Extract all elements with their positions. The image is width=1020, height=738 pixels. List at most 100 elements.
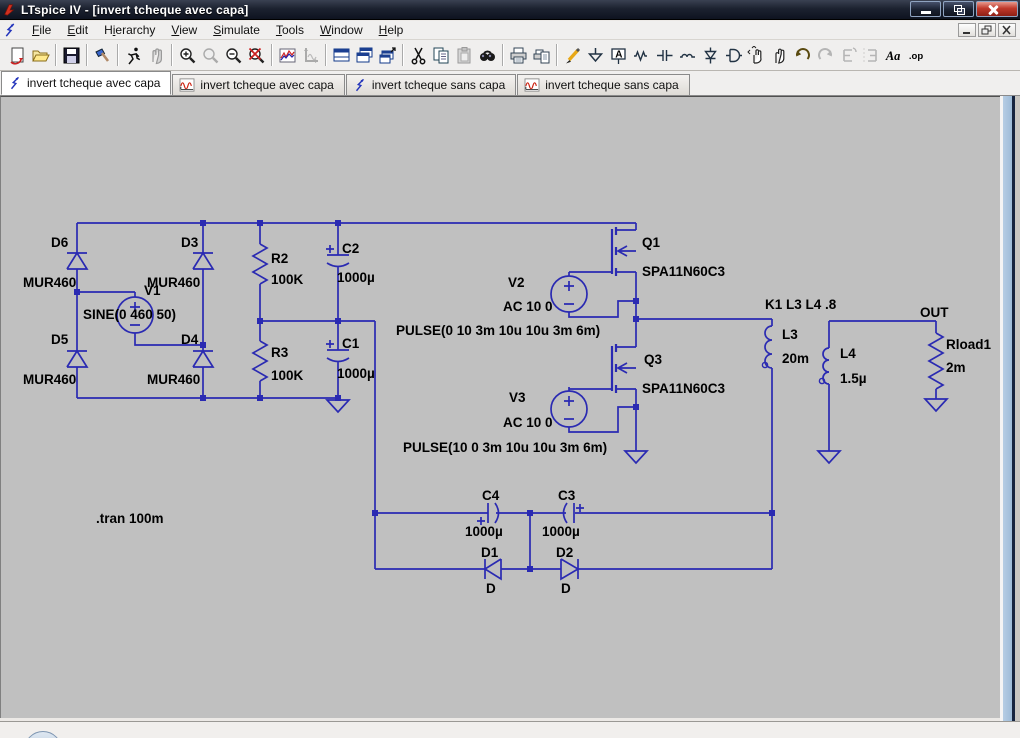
label-v3-ac[interactable]: AC 10 0 xyxy=(503,415,553,430)
autorange-y-button[interactable] xyxy=(299,43,322,68)
label-v1-value[interactable]: SINE(0 460 50) xyxy=(83,307,176,322)
label-v2-pulse[interactable]: PULSE(0 10 3m 10u 10u 3m 6m) xyxy=(396,323,600,338)
tab-waveform-avec-capa[interactable]: invert tcheque avec capa xyxy=(172,74,345,95)
source-V3[interactable] xyxy=(550,390,588,428)
label-out-net[interactable]: OUT xyxy=(920,305,949,320)
halt-button[interactable] xyxy=(145,43,168,68)
label-k1[interactable]: K1 L3 L4 .8 xyxy=(765,297,837,312)
label-q1-model[interactable]: SPA11N60C3 xyxy=(642,264,726,279)
paste-button[interactable] xyxy=(453,43,476,68)
diode-D2[interactable] xyxy=(560,558,580,581)
place-diode-button[interactable] xyxy=(699,43,722,68)
menu-edit[interactable]: Edit xyxy=(59,21,96,39)
menu-file[interactable]: File xyxy=(24,21,59,39)
control-panel-button[interactable] xyxy=(91,43,114,68)
label-v3[interactable]: V3 xyxy=(509,390,526,405)
label-v1[interactable]: V1 xyxy=(144,283,161,298)
label-c4[interactable]: C4 xyxy=(482,488,500,503)
label-v2[interactable]: V2 xyxy=(508,275,525,290)
plot-settings-button[interactable] xyxy=(276,43,299,68)
label-d2[interactable]: D2 xyxy=(556,545,573,560)
mdi-close-button[interactable] xyxy=(998,23,1016,37)
diode-D6[interactable] xyxy=(66,251,89,270)
source-V2[interactable] xyxy=(550,275,588,313)
print-preview-button[interactable] xyxy=(530,43,553,68)
label-d5-model[interactable]: MUR460 xyxy=(23,372,76,387)
label-l4-value[interactable]: 1.5µ xyxy=(840,371,867,386)
cut-button[interactable] xyxy=(407,43,430,68)
diode-D4[interactable] xyxy=(192,349,215,368)
place-resistor-button[interactable] xyxy=(630,43,653,68)
copy-button[interactable] xyxy=(430,43,453,68)
ground-icon[interactable] xyxy=(325,399,351,414)
find-button[interactable] xyxy=(476,43,499,68)
label-c3[interactable]: C3 xyxy=(558,488,576,503)
label-v2-ac[interactable]: AC 10 0 xyxy=(503,299,553,314)
spice-directive-button[interactable]: .op xyxy=(906,43,929,68)
diode-D3[interactable] xyxy=(192,251,215,270)
label-c1[interactable]: C1 xyxy=(342,336,360,351)
new-schematic-button[interactable] xyxy=(6,43,29,68)
mdi-restore-button[interactable] xyxy=(978,23,996,37)
close-button[interactable] xyxy=(976,1,1018,17)
label-c2[interactable]: C2 xyxy=(342,241,359,256)
label-net-button[interactable]: A xyxy=(607,43,630,68)
label-d4-model[interactable]: MUR460 xyxy=(147,372,200,387)
capacitor-C4[interactable] xyxy=(477,502,500,525)
label-rload1[interactable]: Rload1 xyxy=(946,337,992,352)
start-orb-icon[interactable] xyxy=(24,731,62,738)
label-d3[interactable]: D3 xyxy=(181,235,199,250)
zoom-in-button[interactable] xyxy=(176,43,199,68)
menu-window[interactable]: Window xyxy=(312,21,371,39)
label-d1-model[interactable]: D xyxy=(486,581,496,596)
label-d1[interactable]: D1 xyxy=(481,545,499,560)
label-rload1-value[interactable]: 2m xyxy=(946,360,966,375)
print-button[interactable] xyxy=(507,43,530,68)
restore-button[interactable] xyxy=(943,1,974,17)
ground-icon[interactable] xyxy=(816,450,842,465)
diode-D1[interactable] xyxy=(483,558,502,581)
label-l3[interactable]: L3 xyxy=(782,327,798,342)
label-d6-model[interactable]: MUR460 xyxy=(23,275,76,290)
label-d2-model[interactable]: D xyxy=(561,581,571,596)
menu-view[interactable]: View xyxy=(163,21,205,39)
menu-help[interactable]: Help xyxy=(371,21,412,39)
label-r3-value[interactable]: 100K xyxy=(271,368,304,383)
drag-button[interactable] xyxy=(768,43,791,68)
undo-button[interactable] xyxy=(791,43,814,68)
mirror-button[interactable] xyxy=(860,43,883,68)
label-tran-directive[interactable]: .tran 100m xyxy=(96,511,164,526)
save-button[interactable] xyxy=(60,43,83,68)
label-q3-model[interactable]: SPA11N60C3 xyxy=(642,381,726,396)
label-c3-value[interactable]: 1000µ xyxy=(542,524,580,539)
move-button[interactable] xyxy=(745,43,768,68)
new-window-button[interactable] xyxy=(376,43,399,68)
draw-wire-button[interactable] xyxy=(561,43,584,68)
label-c2-value[interactable]: 1000µ xyxy=(337,270,375,285)
ground-icon[interactable] xyxy=(923,398,949,413)
label-l3-value[interactable]: 20m xyxy=(782,351,809,366)
label-l4[interactable]: L4 xyxy=(840,346,856,361)
label-r3[interactable]: R3 xyxy=(271,345,289,360)
ground-icon[interactable] xyxy=(623,450,649,465)
tile-windows-button[interactable] xyxy=(330,43,353,68)
tab-waveform-sans-capa[interactable]: invert tcheque sans capa xyxy=(517,74,690,95)
place-inductor-button[interactable] xyxy=(676,43,699,68)
label-d5[interactable]: D5 xyxy=(51,332,69,347)
menu-tools[interactable]: Tools xyxy=(268,21,312,39)
zoom-back-button[interactable] xyxy=(199,43,222,68)
cascade-windows-button[interactable] xyxy=(353,43,376,68)
place-text-button[interactable]: Aa xyxy=(883,43,906,68)
label-c4-value[interactable]: 1000µ xyxy=(465,524,503,539)
label-r2[interactable]: R2 xyxy=(271,251,288,266)
diode-D5[interactable] xyxy=(66,349,89,368)
place-ground-button[interactable] xyxy=(584,43,607,68)
zoom-full-extents-button[interactable] xyxy=(245,43,268,68)
label-d4[interactable]: D4 xyxy=(181,332,199,347)
label-v3-pulse[interactable]: PULSE(10 0 3m 10u 10u 3m 6m) xyxy=(403,440,607,455)
menu-simulate[interactable]: Simulate xyxy=(205,21,268,39)
label-q3[interactable]: Q3 xyxy=(644,352,663,367)
label-q1[interactable]: Q1 xyxy=(642,235,661,250)
minimize-button[interactable] xyxy=(910,1,941,17)
open-button[interactable] xyxy=(29,43,52,68)
